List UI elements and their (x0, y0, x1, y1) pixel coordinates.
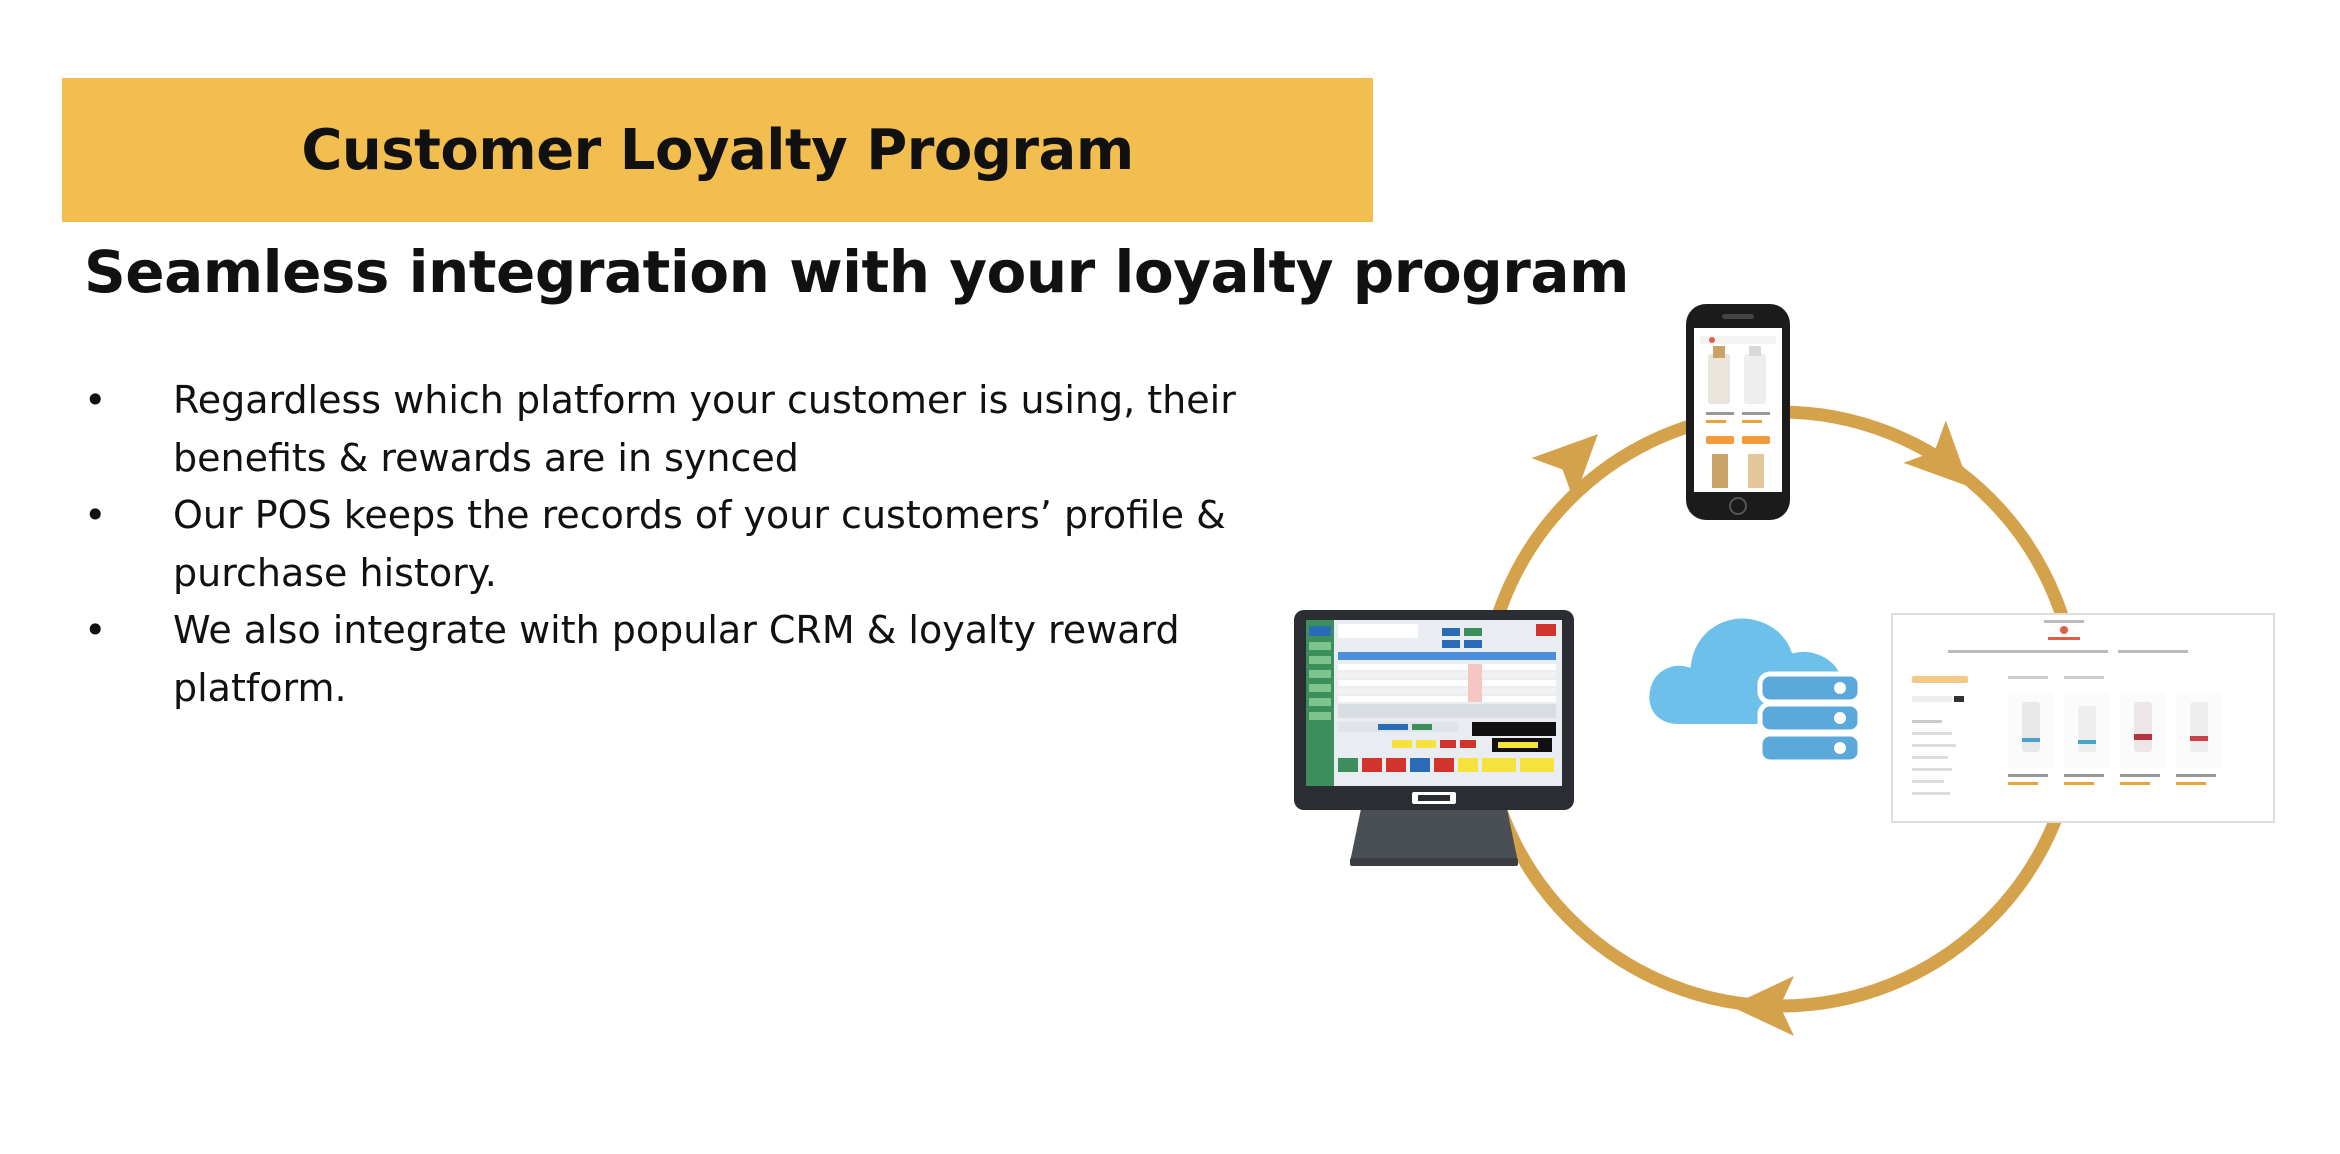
cloud-server-icon (1643, 612, 1863, 765)
title-banner: Customer Loyalty Program (62, 78, 1373, 222)
bullet-item: • Regardless which platform your custome… (84, 372, 1284, 487)
cycle-arrowhead (1531, 434, 1598, 501)
bullet-item: • Our POS keeps the records of your cust… (84, 487, 1284, 602)
integration-diagram (1280, 290, 2300, 1070)
website-icon (1891, 613, 2275, 823)
bullet-item: • We also integrate with popular CRM & l… (84, 602, 1284, 717)
bullet-text: Regardless which platform your customer … (173, 378, 1236, 480)
bullet-marker: • (84, 378, 107, 422)
smartphone-icon (1686, 304, 1790, 520)
bullet-text: We also integrate with popular CRM & loy… (173, 608, 1180, 710)
pos-terminal-icon (1294, 610, 1574, 866)
bullet-marker: • (84, 493, 107, 537)
bullet-marker: • (84, 608, 107, 652)
bullet-text: Our POS keeps the records of your custom… (173, 493, 1226, 595)
slide-title: Customer Loyalty Program (301, 117, 1134, 183)
bullet-list: • Regardless which platform your custome… (84, 372, 1284, 717)
